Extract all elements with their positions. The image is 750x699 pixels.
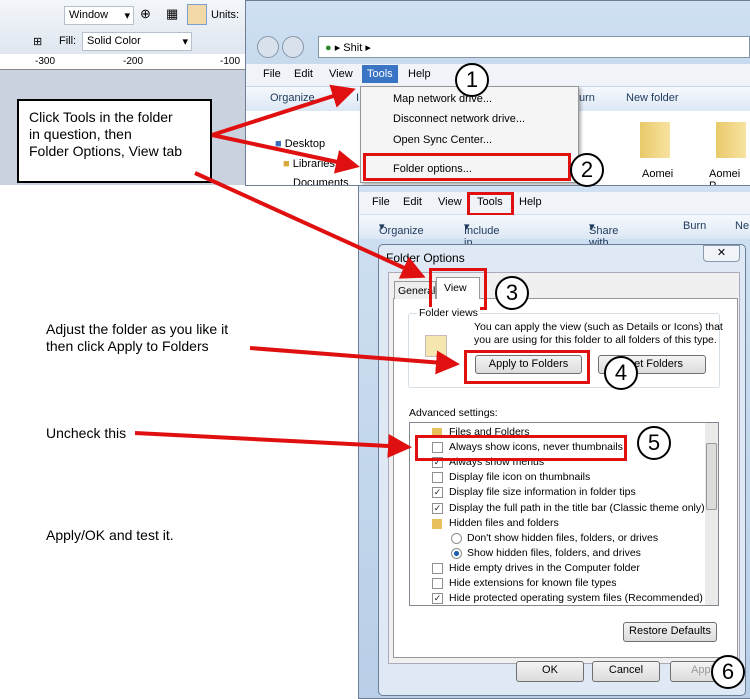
step-4-marker: 4 <box>604 356 638 390</box>
annotation-arrows <box>134 84 460 458</box>
arrow-to-view-tab <box>194 171 426 279</box>
step-5-marker: 5 <box>637 426 671 460</box>
step-6-marker: 6 <box>711 655 745 689</box>
arrow-to-tools <box>211 84 356 137</box>
step-3-marker: 3 <box>495 276 529 310</box>
arrow-to-folder-options <box>211 133 360 174</box>
step-1-marker: 1 <box>455 63 489 97</box>
step-2-marker: 2 <box>570 153 604 187</box>
arrow-to-checkbox <box>134 431 412 458</box>
arrow-to-apply-to-folders <box>249 346 460 375</box>
